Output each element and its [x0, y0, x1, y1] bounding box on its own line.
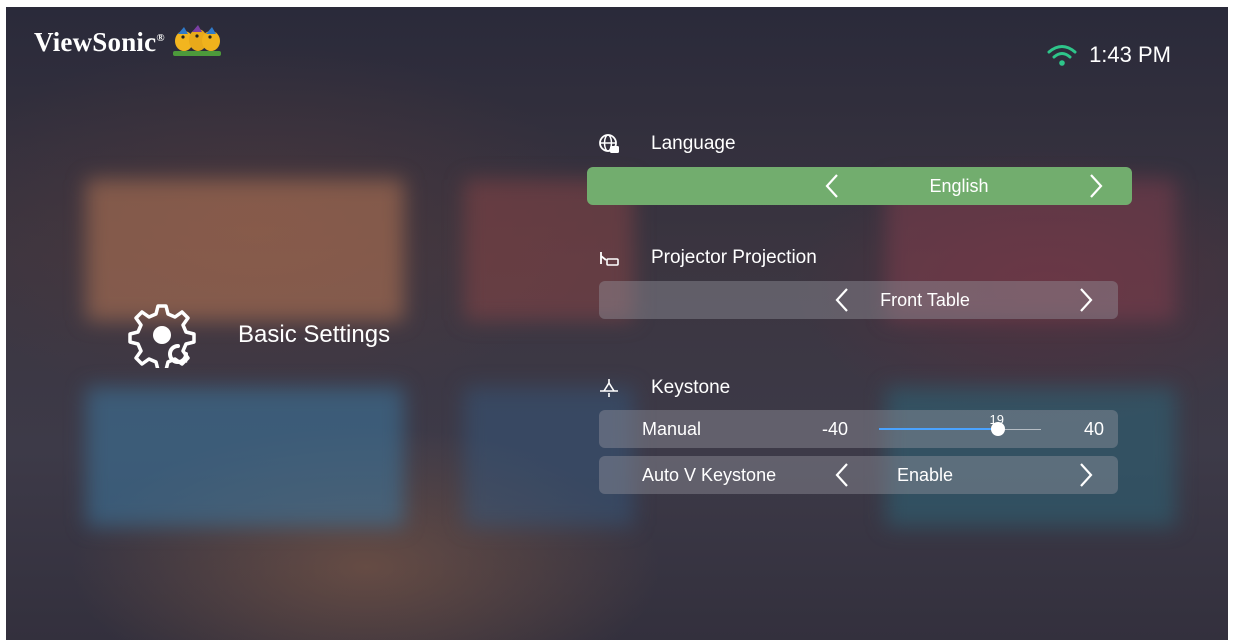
chevron-right-icon[interactable]: [1077, 461, 1095, 489]
birds-logo-icon: [172, 25, 221, 56]
keystone-label: Keystone: [651, 377, 731, 398]
globe-icon: [599, 134, 619, 153]
slider-max-value: 40: [1084, 419, 1105, 439]
slider-current-value: 19: [989, 412, 1004, 427]
keystone-icon: [600, 379, 618, 397]
clock-time: 1:43 PM: [1089, 42, 1171, 67]
projection-selector[interactable]: Front Table: [599, 281, 1118, 319]
auto-v-keystone-value: Enable: [896, 465, 954, 485]
chevron-right-icon[interactable]: [1087, 172, 1105, 200]
language-label: Language: [651, 133, 736, 154]
language-selector[interactable]: English: [587, 167, 1132, 205]
background-tile: [86, 179, 404, 321]
projection-value: Front Table: [880, 290, 970, 310]
logo-text: ViewSonic®: [34, 26, 165, 57]
background-tile: [86, 387, 404, 527]
brand-logo: ViewSonic®: [34, 22, 223, 62]
page-heading: Basic Settings: [128, 302, 390, 368]
page-title: Basic Settings: [238, 321, 391, 348]
status-bar: 1:43 PM: [1047, 42, 1171, 68]
manual-keystone-row[interactable]: Manual -40 19 40: [599, 410, 1118, 448]
keystone-section-label: Keystone: [598, 377, 730, 399]
gear-icon: [128, 304, 196, 368]
wifi-icon: [1047, 45, 1077, 66]
projection-section-label: Projector Projection: [598, 247, 817, 269]
language-value: English: [929, 176, 989, 196]
language-section-label: Language: [598, 133, 736, 155]
auto-v-keystone-row[interactable]: Auto V Keystone Enable: [599, 456, 1118, 494]
projection-label: Projector Projection: [651, 247, 817, 268]
manual-label: Manual: [642, 419, 702, 439]
slider-min-value: -40: [822, 419, 849, 439]
chevron-right-icon[interactable]: [1077, 286, 1095, 314]
auto-v-keystone-label: Auto V Keystone: [642, 465, 777, 485]
projector-icon: [600, 252, 619, 266]
chevron-left-icon[interactable]: [823, 172, 841, 200]
slider-fill: [879, 428, 999, 430]
